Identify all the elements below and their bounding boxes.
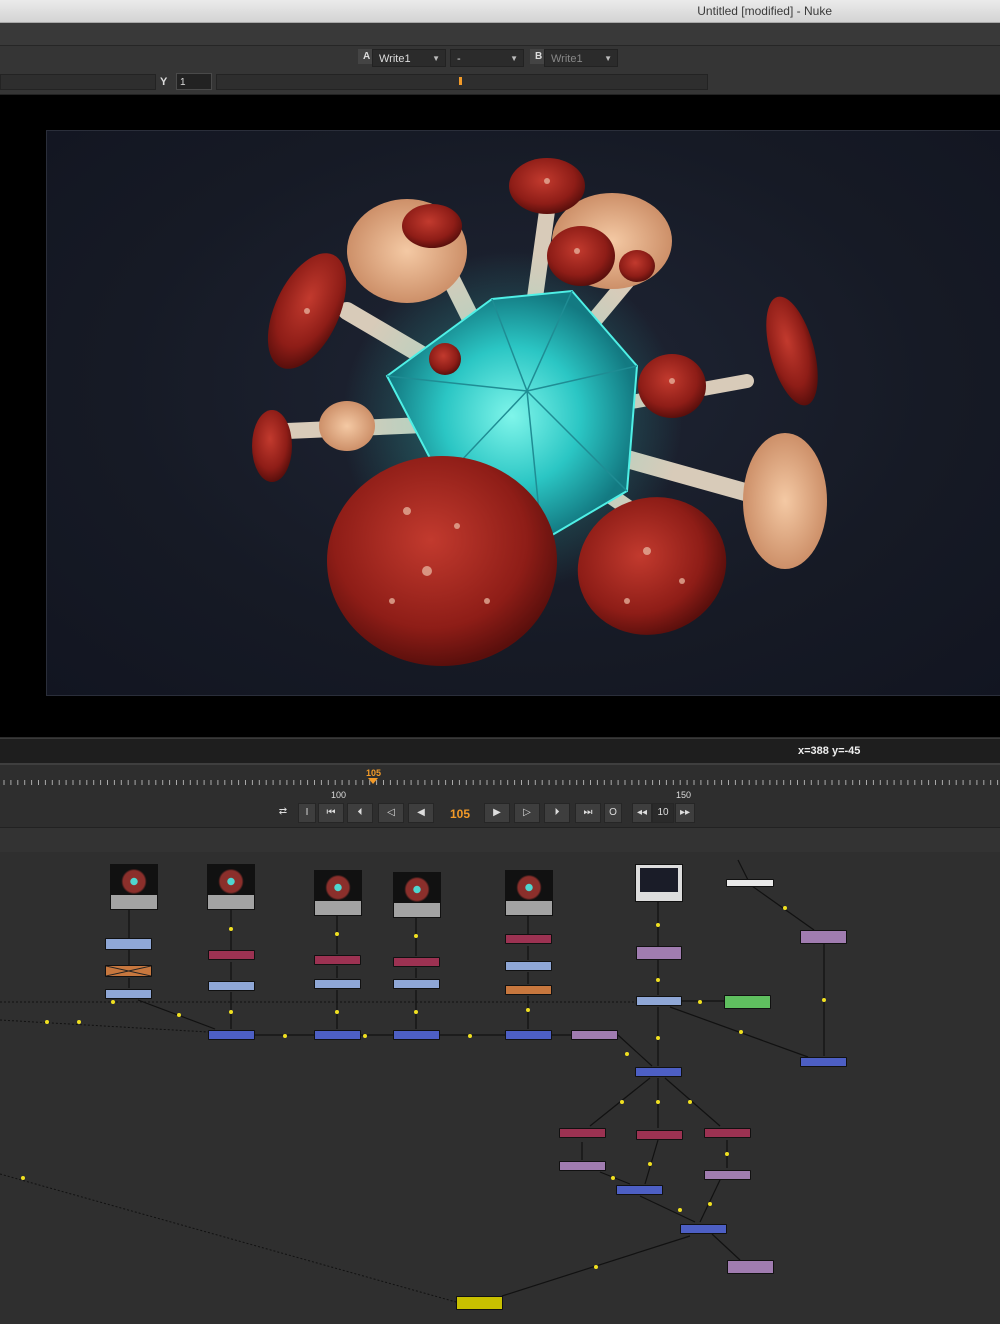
node-graph[interactable] bbox=[0, 852, 1000, 1324]
gamma-y-field[interactable]: 1 bbox=[176, 73, 212, 90]
tick-label-100: 100 bbox=[331, 790, 347, 800]
cursor-coordinates: x=388 y=-45 bbox=[798, 745, 861, 757]
node-purple[interactable] bbox=[727, 1260, 774, 1274]
node-purple[interactable] bbox=[559, 1161, 606, 1171]
gamma-y-label: Y bbox=[160, 76, 168, 88]
node-light-blue[interactable] bbox=[208, 981, 255, 991]
timeline-ruler[interactable] bbox=[0, 765, 1000, 795]
merge-node[interactable] bbox=[616, 1185, 663, 1195]
node-green[interactable] bbox=[724, 995, 771, 1009]
node-maroon[interactable] bbox=[314, 955, 361, 965]
node-light-blue[interactable] bbox=[636, 996, 682, 1006]
merge-node[interactable] bbox=[800, 1057, 847, 1067]
node-purple[interactable] bbox=[800, 930, 847, 944]
merge-node[interactable] bbox=[505, 1030, 552, 1040]
node-purple[interactable] bbox=[704, 1170, 751, 1180]
merge-node[interactable] bbox=[208, 1030, 255, 1040]
input-b-dropdown[interactable]: Write1 ▼ bbox=[544, 49, 618, 67]
node-light-blue[interactable] bbox=[314, 979, 361, 989]
node-maroon[interactable] bbox=[393, 957, 440, 967]
node-graph-tab-bar bbox=[0, 827, 1000, 853]
loop-mode-icon[interactable]: ⇄ bbox=[270, 803, 296, 823]
menu-strip bbox=[0, 23, 1000, 46]
node-light-blue[interactable] bbox=[105, 989, 152, 999]
node-orange-disabled[interactable] bbox=[105, 965, 152, 977]
viewer-info-bar: x=388 y=-45 bbox=[0, 738, 1000, 763]
node-maroon[interactable] bbox=[704, 1128, 751, 1138]
read-node[interactable] bbox=[207, 864, 255, 910]
next-keyframe-icon[interactable]: ⏵ bbox=[544, 803, 570, 823]
input-b-value: Write1 bbox=[551, 53, 583, 65]
read-node[interactable] bbox=[314, 870, 362, 916]
window-title: Untitled [modified] - Nuke bbox=[697, 4, 832, 18]
step-forward-icon[interactable]: ▸▸ bbox=[675, 803, 695, 823]
render-image bbox=[252, 158, 827, 666]
write-node[interactable] bbox=[456, 1296, 503, 1310]
compare-operation-dropdown[interactable]: - ▼ bbox=[450, 49, 524, 67]
node-purple[interactable] bbox=[636, 946, 682, 960]
viewer-toolbar: A Write1 ▼ - ▼ B Write1 ▼ bbox=[0, 46, 1000, 70]
current-frame-field[interactable]: 105 bbox=[442, 805, 478, 823]
compare-operation-value: - bbox=[457, 53, 461, 65]
previous-keyframe-icon[interactable]: ⏴ bbox=[347, 803, 373, 823]
chevron-down-icon: ▼ bbox=[432, 54, 440, 63]
window-title-bar: Untitled [modified] - Nuke bbox=[0, 0, 1000, 23]
last-frame-icon[interactable]: ⏭ bbox=[575, 803, 601, 823]
step-back-icon[interactable]: ◂◂ bbox=[632, 803, 652, 823]
merge-node[interactable] bbox=[680, 1224, 727, 1234]
read-node[interactable] bbox=[110, 864, 158, 910]
gamma-slider[interactable] bbox=[216, 74, 708, 90]
next-frame-icon[interactable]: ▷ bbox=[514, 803, 540, 823]
current-frame-marker-label: 105 bbox=[366, 768, 382, 778]
input-a-value: Write1 bbox=[379, 53, 411, 65]
viewer-toolbar-secondary: Y 1 bbox=[0, 70, 1000, 95]
previous-frame-icon[interactable]: ◁ bbox=[378, 803, 404, 823]
node-maroon[interactable] bbox=[559, 1128, 606, 1138]
node-purple[interactable] bbox=[571, 1030, 618, 1040]
gain-slider[interactable] bbox=[0, 74, 156, 90]
viewer-panel[interactable] bbox=[0, 95, 1000, 737]
play-forward-icon[interactable]: ▶ bbox=[484, 803, 510, 823]
in-point-icon[interactable]: I bbox=[298, 803, 316, 823]
gamma-slider-handle[interactable] bbox=[459, 77, 462, 85]
tick-label-150: 150 bbox=[676, 790, 692, 800]
input-a-dropdown[interactable]: Write1 ▼ bbox=[372, 49, 446, 67]
node-maroon[interactable] bbox=[208, 950, 255, 960]
play-backward-icon[interactable]: ◀ bbox=[408, 803, 434, 823]
timeline-panel: 105 100 150 ⇄ I ⏮ ⏴ ◁ ◀ 105 ▶ ▷ ⏵ ⏭ O ◂◂… bbox=[0, 763, 1000, 829]
chevron-down-icon: ▼ bbox=[604, 54, 612, 63]
merge-node[interactable] bbox=[393, 1030, 440, 1040]
read-node[interactable] bbox=[505, 870, 553, 916]
node-light-blue[interactable] bbox=[393, 979, 440, 989]
disabled-cross-icon bbox=[106, 966, 151, 976]
read-node[interactable] bbox=[393, 872, 441, 918]
out-point-icon[interactable]: O bbox=[604, 803, 622, 823]
node-white[interactable] bbox=[726, 879, 774, 887]
viewer-image bbox=[46, 130, 1000, 696]
node-light-blue[interactable] bbox=[105, 938, 152, 950]
merge-node[interactable] bbox=[314, 1030, 361, 1040]
node-orange[interactable] bbox=[505, 985, 552, 995]
node-maroon[interactable] bbox=[636, 1130, 683, 1140]
first-frame-icon[interactable]: ⏮ bbox=[318, 803, 344, 823]
merge-node[interactable] bbox=[635, 1067, 682, 1077]
node-light-blue[interactable] bbox=[505, 961, 552, 971]
node-maroon[interactable] bbox=[505, 934, 552, 944]
frame-increment-field[interactable]: 10 bbox=[652, 803, 674, 823]
chevron-down-icon: ▼ bbox=[510, 54, 518, 63]
node-graph-connections bbox=[0, 859, 826, 1303]
constant-node[interactable] bbox=[635, 864, 683, 902]
